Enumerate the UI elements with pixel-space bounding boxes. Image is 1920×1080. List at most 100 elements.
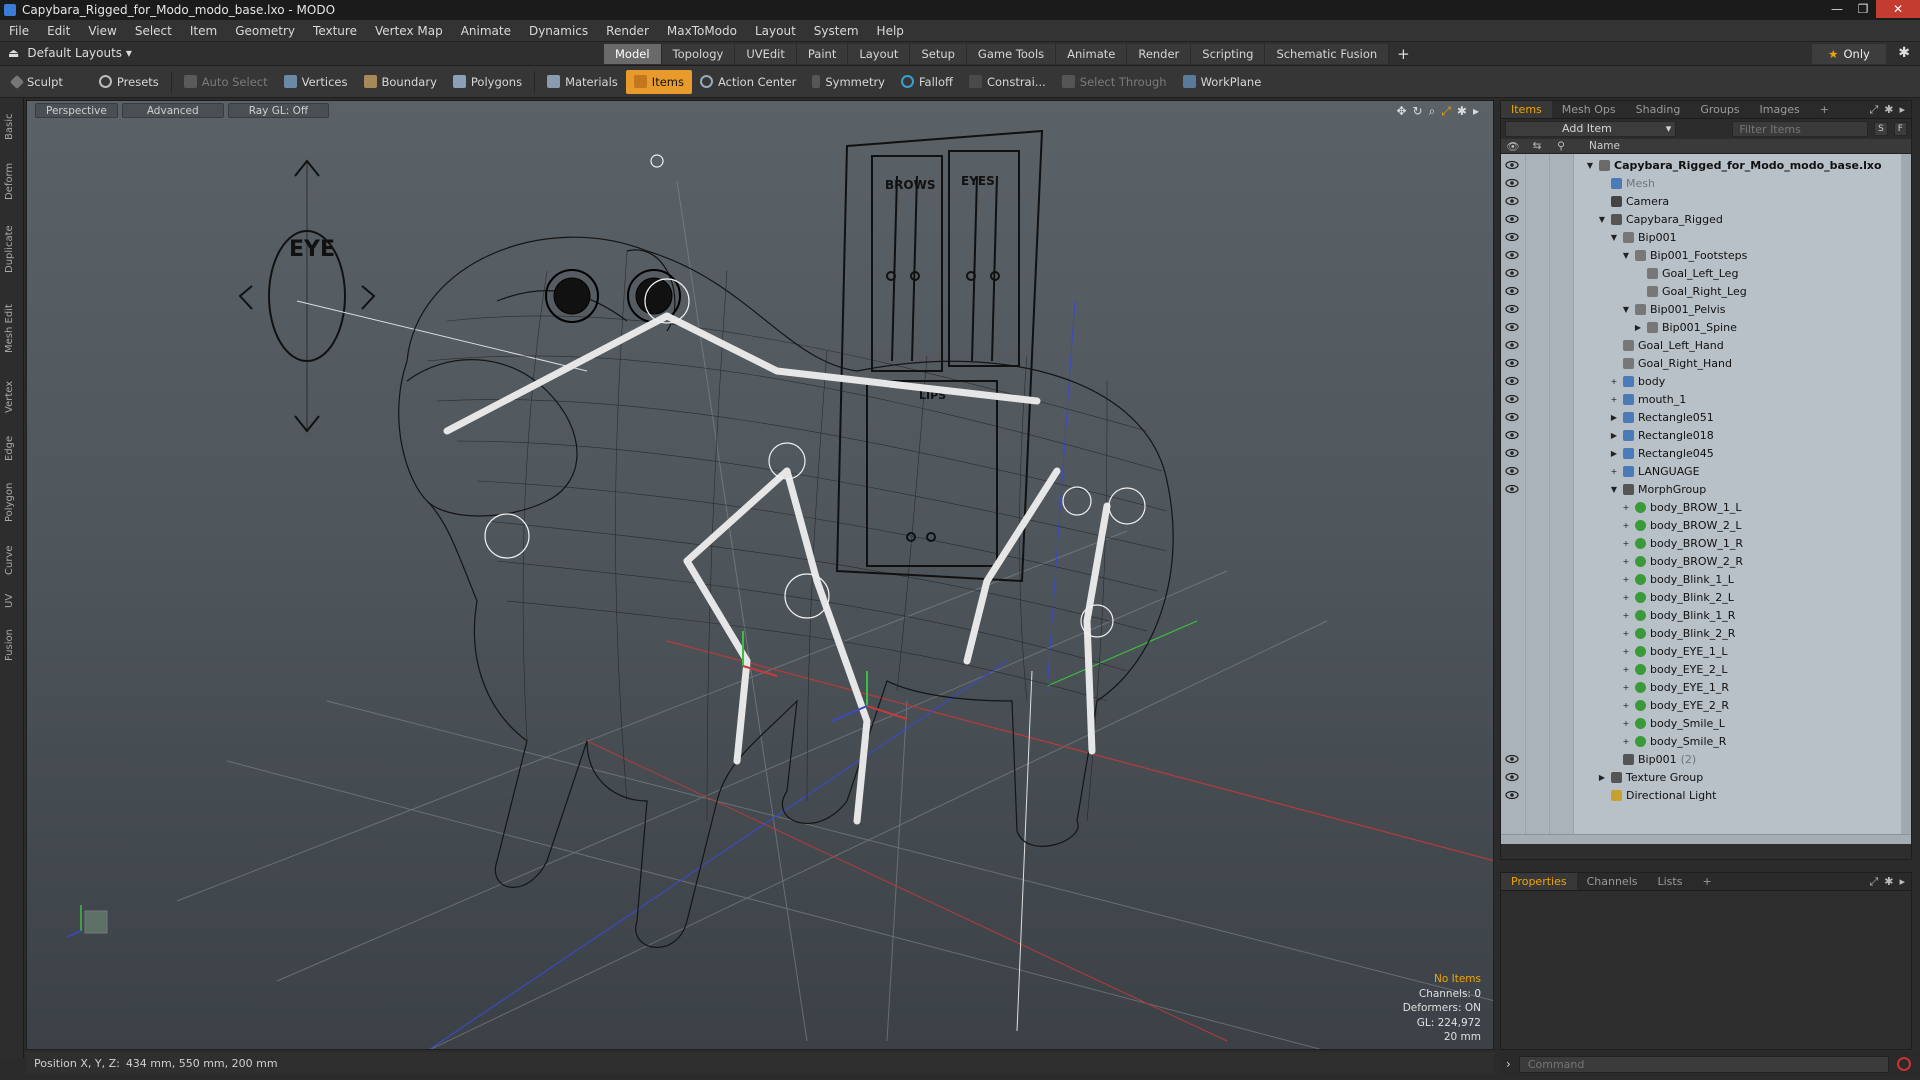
expand-plus-icon[interactable]: + [1621,701,1631,710]
vertices-button[interactable]: Vertices [276,70,356,94]
tree-row[interactable]: + body_EYE_2_R [1501,696,1899,714]
expand-plus-icon[interactable]: + [1621,683,1631,692]
presets-button[interactable]: Presets [91,70,167,94]
items-tree-scrollbar[interactable] [1901,154,1911,834]
visibility-eye-icon[interactable] [1505,250,1519,260]
maximize-icon[interactable]: ❐ [1850,0,1876,18]
menu-system[interactable]: System [805,24,868,38]
tree-row[interactable]: ▼ Capybara_Rigged_for_Modo_modo_base.lxo [1501,156,1899,174]
command-input[interactable] [1518,1055,1889,1073]
left-tab-edge[interactable]: Edge [4,429,20,467]
materials-button[interactable]: Materials [539,70,626,94]
tree-row[interactable]: Mesh [1501,174,1899,192]
action-center-button[interactable]: Action Center [692,70,804,94]
expand-plus-icon[interactable]: + [1621,593,1631,602]
visibility-eye-icon[interactable] [1505,790,1519,800]
properties-tab-channels[interactable]: Channels [1577,873,1648,890]
tree-row[interactable]: + body_Blink_2_L [1501,588,1899,606]
tree-row[interactable]: ▼ Bip001_Pelvis [1501,300,1899,318]
left-tab-vertex[interactable]: Vertex [4,371,20,423]
3d-viewport[interactable]: EYE BROWS EYES LIPS Perspective Advanced… [26,100,1494,1050]
items-tree[interactable]: ▼ Capybara_Rigged_for_Modo_modo_base.lxo M… [1501,154,1911,834]
layout-tab-setup[interactable]: Setup [910,44,967,64]
items-tab-mesh-ops[interactable]: Mesh Ops [1552,101,1626,118]
visibility-eye-icon[interactable] [1505,448,1519,458]
gear-icon[interactable]: ✱ [1898,45,1910,61]
expand-arrow-icon[interactable]: ▶ [1609,413,1619,422]
tree-row[interactable]: ▶ Bip001_Spine [1501,318,1899,336]
tree-row[interactable]: ▶ Rectangle051 [1501,408,1899,426]
tree-row[interactable]: + body_EYE_1_R [1501,678,1899,696]
items-button[interactable]: Items [625,69,692,94]
left-tab-basic[interactable]: Basic [4,104,20,149]
close-icon[interactable]: ✕ [1876,0,1920,18]
tree-row[interactable]: + body_BROW_1_R [1501,534,1899,552]
tree-row[interactable]: ▼ Bip001_Footsteps [1501,246,1899,264]
boundary-button[interactable]: Boundary [356,70,445,94]
expand-arrow-icon[interactable]: ▶ [1597,773,1607,782]
visibility-eye-icon[interactable] [1505,430,1519,440]
layout-tab-paint[interactable]: Paint [796,44,849,64]
expand-arrow-icon[interactable]: ▼ [1621,251,1631,260]
expand-arrow-icon[interactable]: ▼ [1609,233,1619,242]
expand-plus-icon[interactable]: + [1609,467,1619,476]
name-column-header[interactable]: Name [1573,140,1620,152]
sculpt-button[interactable]: Sculpt [4,70,71,94]
panel-gear-icon[interactable]: ✱ [1884,103,1893,117]
minimize-icon[interactable]: — [1824,0,1850,18]
visibility-column-icon[interactable]: 👁 [1501,140,1525,153]
expand-plus-icon[interactable]: + [1621,521,1631,530]
panel-menu-icon[interactable]: ▸ [1899,103,1905,117]
menu-dynamics[interactable]: Dynamics [520,24,597,38]
items-tab-items[interactable]: Items [1501,101,1552,118]
properties-menu-icon[interactable]: ▸ [1899,875,1905,889]
constraints-button[interactable]: Constrai... [961,70,1054,94]
layout-tab-animate[interactable]: Animate [1056,44,1128,64]
expand-plus-icon[interactable]: + [1621,647,1631,656]
visibility-eye-icon[interactable] [1505,358,1519,368]
visibility-eye-icon[interactable] [1505,196,1519,206]
menu-help[interactable]: Help [868,24,913,38]
visibility-eye-icon[interactable] [1505,466,1519,476]
tree-row[interactable]: Bip001 (2) [1501,750,1899,768]
workplane-button[interactable]: WorkPlane [1175,70,1270,94]
tree-row[interactable]: + body_Smile_L [1501,714,1899,732]
tree-row[interactable]: ▶ Texture Group [1501,768,1899,786]
visibility-eye-icon[interactable] [1505,754,1519,764]
rotate-icon[interactable]: ↻ [1413,104,1423,119]
menu-texture[interactable]: Texture [304,24,366,38]
visibility-eye-icon[interactable] [1505,340,1519,350]
tree-row[interactable]: + body_EYE_1_L [1501,642,1899,660]
tree-row[interactable]: + body_BROW_2_R [1501,552,1899,570]
tree-row[interactable]: + body_BROW_2_L [1501,516,1899,534]
tree-row[interactable]: Directional Light [1501,786,1899,804]
tree-row[interactable]: + LANGUAGE [1501,462,1899,480]
symmetry-button[interactable]: Symmetry [804,70,893,94]
tree-row[interactable]: + body_BROW_1_L [1501,498,1899,516]
tree-row[interactable]: + body_EYE_2_L [1501,660,1899,678]
expand-arrow-icon[interactable]: ▶ [1609,449,1619,458]
filter-f-button[interactable]: F [1893,122,1907,136]
select-through-button[interactable]: Select Through [1054,70,1175,94]
layout-tab-render[interactable]: Render [1127,44,1192,64]
tree-row[interactable]: ▼ Capybara_Rigged [1501,210,1899,228]
expand-arrow-icon[interactable]: ▶ [1609,431,1619,440]
tree-row[interactable]: ▶ Rectangle018 [1501,426,1899,444]
visibility-eye-icon[interactable] [1505,772,1519,782]
filter-s-button[interactable]: S [1874,122,1888,136]
tree-row[interactable]: Goal_Left_Hand [1501,336,1899,354]
tree-row[interactable]: ▶ Rectangle045 [1501,444,1899,462]
tree-row[interactable]: + body_Smile_R [1501,732,1899,750]
menu-file[interactable]: File [0,24,38,38]
left-tab-deform[interactable]: Deform [4,155,20,207]
properties-tab-lists[interactable]: Lists [1648,873,1693,890]
pan-icon[interactable]: ✥ [1396,104,1406,119]
expand-plus-icon[interactable]: + [1621,575,1631,584]
tree-row[interactable]: ▼ Bip001 [1501,228,1899,246]
command-stop-icon[interactable] [1896,1057,1911,1071]
zoom-icon[interactable]: ⌕ [1429,104,1436,119]
expand-arrow-icon[interactable]: ▼ [1621,305,1631,314]
left-tab-polygon[interactable]: Polygon [4,473,20,532]
expand-plus-icon[interactable]: + [1621,629,1631,638]
tree-row[interactable]: Goal_Left_Leg [1501,264,1899,282]
